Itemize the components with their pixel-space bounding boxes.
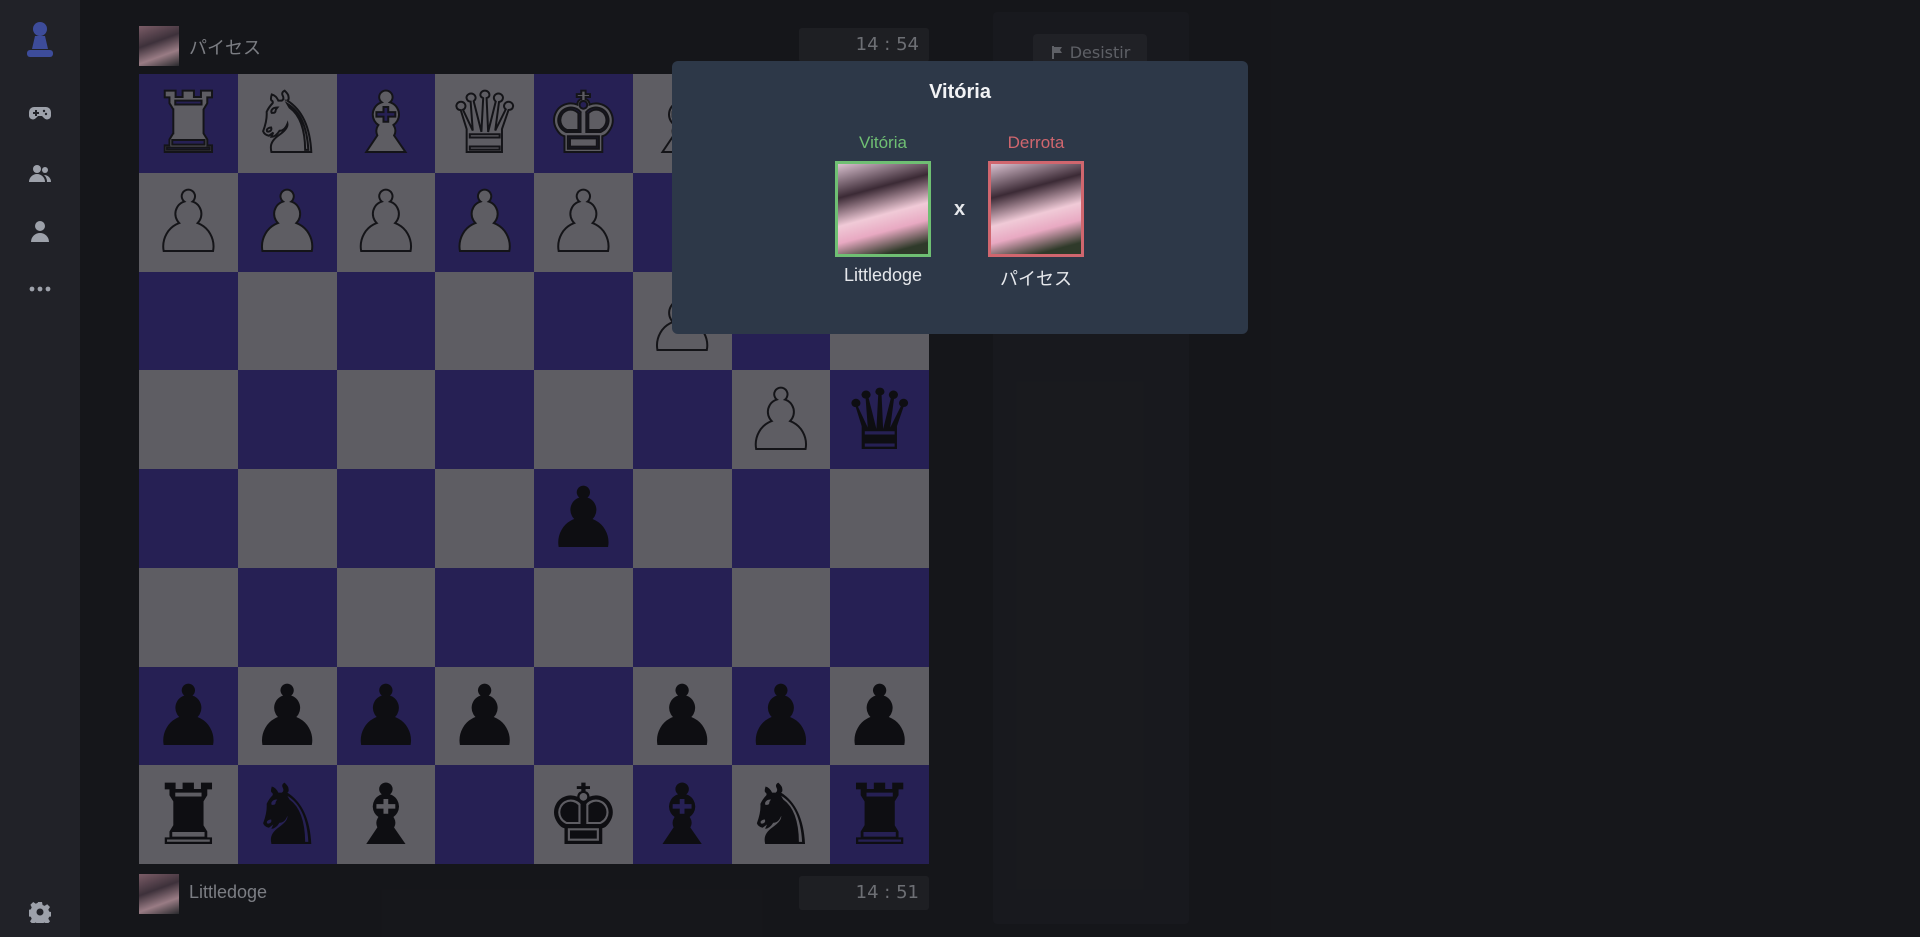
modal-title: Vitória [929, 81, 991, 103]
loser-card: Derrota パイセス [986, 133, 1086, 291]
user-icon[interactable] [20, 211, 60, 251]
pawn-logo-icon[interactable] [20, 20, 60, 60]
settings-icon[interactable] [20, 892, 60, 932]
winner-card: Vitória Littledoge [833, 133, 933, 286]
loser-avatar [988, 161, 1084, 257]
sidebar [0, 0, 80, 937]
result-modal: Vitória Vitória Littledoge x Derrota パイセ… [672, 61, 1248, 334]
users-icon[interactable] [20, 153, 60, 193]
winner-name: Littledoge [843, 265, 923, 285]
versus-mark: x [954, 198, 966, 220]
loser-name: パイセス [1000, 269, 1072, 289]
winner-label: Vitória [859, 133, 907, 152]
winner-avatar [835, 161, 931, 257]
more-icon[interactable] [20, 269, 60, 309]
gamepad-icon[interactable] [20, 94, 60, 134]
loser-label: Derrota [1007, 133, 1065, 152]
